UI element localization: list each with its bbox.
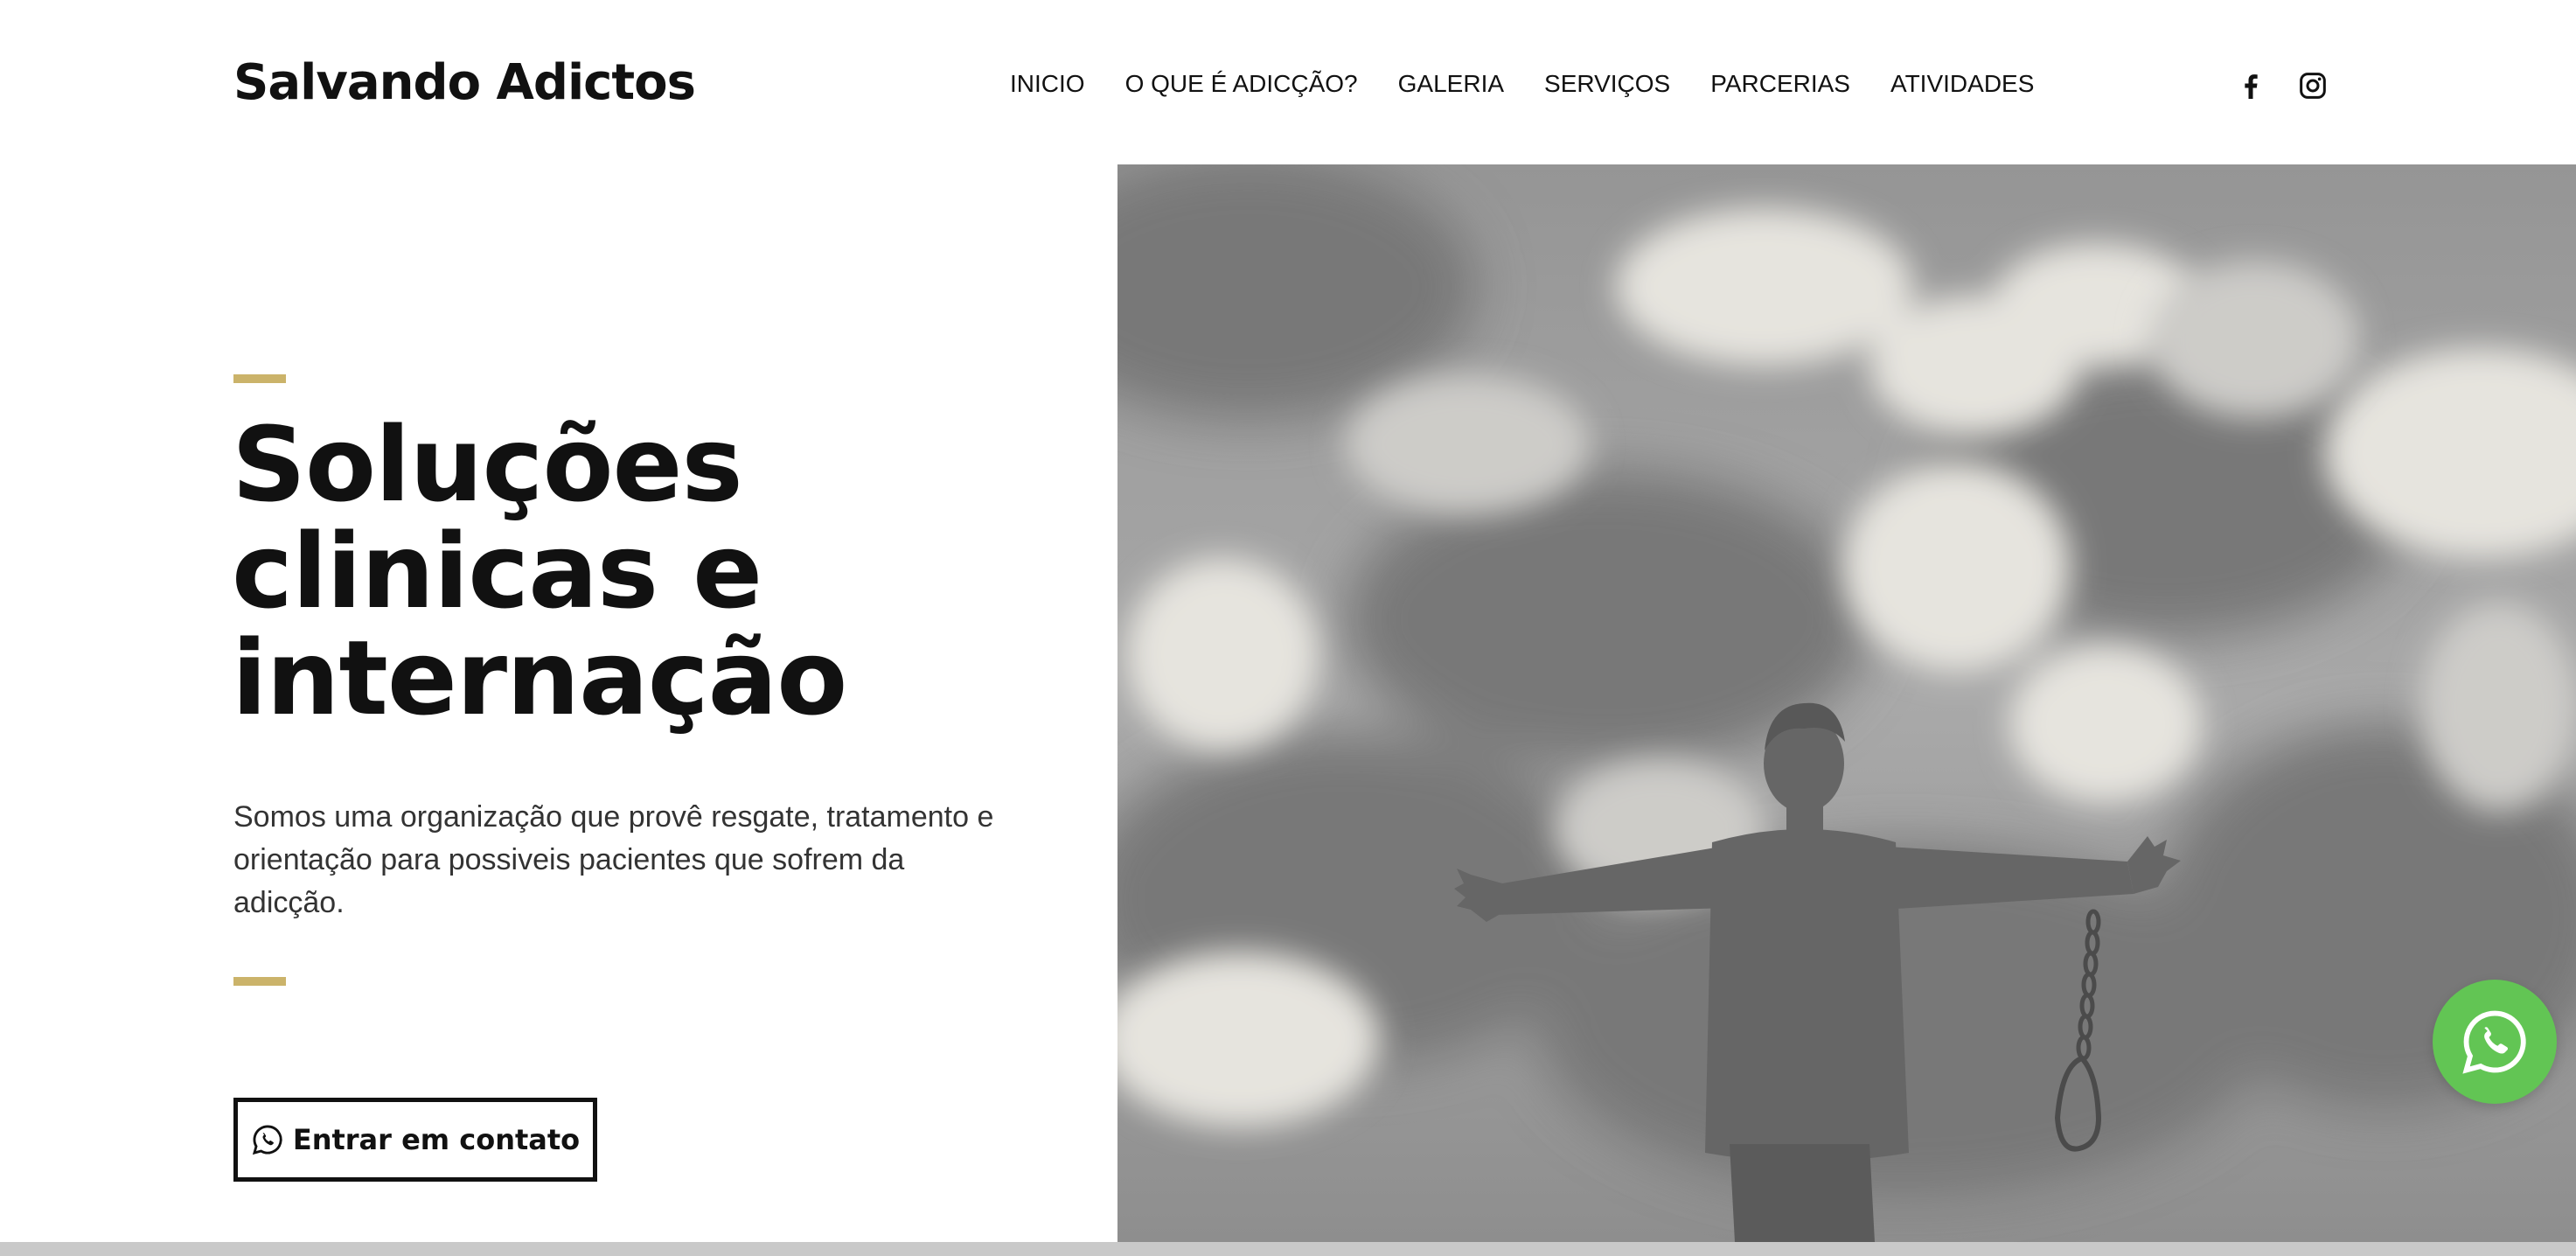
hero-description: Somos uma organização que provê resgate,… bbox=[233, 800, 994, 919]
headline-line-3: internação bbox=[232, 618, 847, 738]
instagram-icon[interactable] bbox=[2295, 68, 2330, 103]
hero-image bbox=[1117, 164, 2576, 1242]
site-header: Salvando Adictos INICIO O QUE É ADICÇÃO?… bbox=[0, 0, 2576, 164]
nav-item-servicos[interactable]: SERVIÇOS bbox=[1544, 70, 1670, 98]
contact-button-label: Entrar em contato bbox=[292, 1123, 581, 1156]
whatsapp-icon bbox=[2459, 1006, 2531, 1078]
whatsapp-float-button[interactable] bbox=[2433, 980, 2557, 1104]
nav-item-inicio[interactable]: INICIO bbox=[1010, 70, 1085, 98]
accent-line-bottom bbox=[233, 977, 286, 986]
hero-headline: Soluções clinicas e internação bbox=[232, 404, 847, 738]
headline-line-2: clinicas e bbox=[232, 511, 762, 631]
site-logo[interactable]: Salvando Adictos bbox=[233, 54, 696, 111]
main-nav: INICIO O QUE É ADICÇÃO? GALERIA SERVIÇOS… bbox=[1010, 70, 2034, 98]
contact-button[interactable]: Entrar em contato bbox=[233, 1098, 597, 1182]
nav-item-o-que-e-adiccao[interactable]: O QUE É ADICÇÃO? bbox=[1125, 70, 1358, 98]
facebook-icon[interactable] bbox=[2233, 68, 2268, 103]
nav-item-parcerias[interactable]: PARCERIAS bbox=[1710, 70, 1850, 98]
whatsapp-icon bbox=[251, 1123, 284, 1156]
nav-item-galeria[interactable]: GALERIA bbox=[1398, 70, 1504, 98]
headline-line-1: Soluções bbox=[232, 404, 743, 525]
nav-item-atividades[interactable]: ATIVIDADES bbox=[1890, 70, 2034, 98]
accent-line-top bbox=[233, 374, 286, 383]
bottom-scrollbar[interactable] bbox=[0, 1242, 2576, 1256]
